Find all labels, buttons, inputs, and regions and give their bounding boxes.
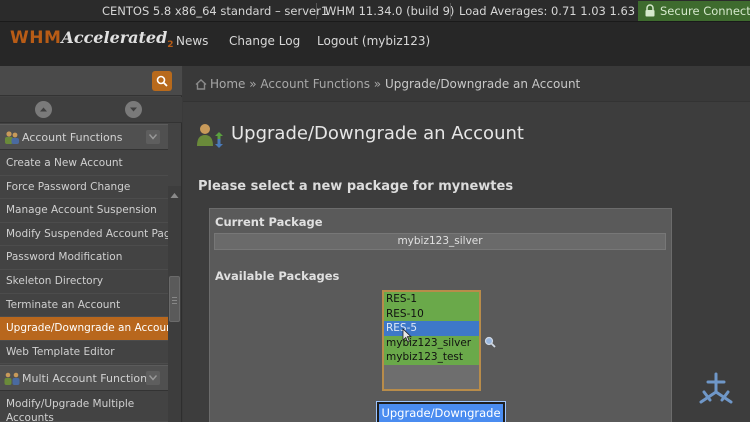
sidebar-item-force-password-change[interactable]: Force Password Change	[0, 176, 168, 200]
sidebar-scroll-thumb[interactable]	[169, 276, 180, 322]
scroll-up-icon[interactable]	[170, 192, 179, 199]
package-option-res-5[interactable]: RES-5	[384, 321, 479, 336]
status-divider	[450, 3, 451, 19]
sidebar-search-input[interactable]	[0, 66, 182, 96]
breadcrumb-account-functions-link[interactable]: Account Functions	[260, 77, 370, 91]
breadcrumb-separator: »	[369, 77, 385, 91]
logo-whm-text: WHM	[10, 28, 62, 48]
lock-icon	[645, 4, 655, 17]
sidebar-item-web-template-editor[interactable]: Web Template Editor	[0, 341, 168, 365]
sidebar-item-manage-suspension[interactable]: Manage Account Suspension	[0, 199, 168, 223]
server-info: CENTOS 5.8 x86_64 standard – server1	[102, 4, 329, 18]
breadcrumb-current: Upgrade/Downgrade an Account	[384, 77, 581, 91]
package-form-panel: Current Package mybiz123_silver Availabl…	[209, 208, 672, 422]
collapse-up-button[interactable]	[35, 101, 52, 118]
multi-users-icon	[4, 372, 20, 385]
sidebar-item-upgrade-downgrade[interactable]: Upgrade/Downgrade an Account	[0, 317, 168, 341]
chevron-down-icon	[149, 375, 157, 381]
section-account-functions[interactable]: Account Functions	[0, 124, 168, 150]
grip-line	[172, 303, 177, 304]
sidebar-item-modify-suspended-page[interactable]: Modify Suspended Account Page	[0, 223, 168, 247]
package-option-res-10[interactable]: RES-10	[384, 306, 479, 321]
sidebar-item-modify-multiple-accounts[interactable]: Modify/Upgrade Multiple Accounts	[0, 393, 168, 422]
sidebar: Account Functions Create a New Account F…	[0, 66, 182, 422]
sidebar-item-password-modification[interactable]: Password Modification	[0, 246, 168, 270]
breadcrumb-home-link[interactable]: Home	[210, 77, 245, 91]
expand-down-button[interactable]	[125, 101, 142, 118]
upgrade-downgrade-button[interactable]: Upgrade/Downgrade	[376, 401, 506, 422]
page-title: Upgrade/Downgrade an Account	[231, 123, 524, 144]
users-icon	[5, 131, 19, 144]
package-option-mybiz123-test[interactable]: mybiz123_test	[384, 350, 479, 365]
logo-version-number: 2	[167, 40, 174, 51]
section-toggle[interactable]	[146, 130, 160, 144]
section-multi-account-functions-label: Multi Account Functions	[22, 372, 153, 385]
nav-logout-link[interactable]: Logout (mybiz123)	[317, 22, 430, 66]
nav-change-log-link[interactable]: Change Log	[229, 22, 300, 66]
current-package-value: mybiz123_silver	[214, 233, 666, 250]
main-content: Home » Account Functions » Upgrade/Downg…	[183, 66, 750, 422]
load-averages: Load Averages: 0.71 1.03 1.63	[459, 4, 636, 18]
logo-accelerated-text: Accelerated	[61, 28, 168, 47]
sidebar-item-skeleton-directory[interactable]: Skeleton Directory	[0, 270, 168, 294]
status-divider	[316, 3, 317, 19]
watermark-logo-icon	[699, 372, 733, 404]
section-account-functions-label: Account Functions	[22, 131, 123, 144]
whm-logo[interactable]: WHMAccelerated2	[10, 28, 174, 58]
breadcrumb: Home » Account Functions » Upgrade/Downg…	[183, 66, 750, 102]
breadcrumb-separator: »	[245, 77, 261, 91]
sidebar-search-button[interactable]	[152, 71, 172, 91]
current-package-label: Current Package	[215, 215, 323, 229]
top-header: WHMAccelerated2 News Change Log Logout (…	[0, 22, 750, 66]
chevron-down-icon	[149, 134, 157, 140]
section-multi-account-functions[interactable]: Multi Account Functions	[0, 365, 168, 391]
zoom-icon[interactable]	[484, 336, 496, 348]
arrow-down-icon	[130, 107, 137, 112]
sidebar-collapse-controls	[0, 97, 182, 123]
available-packages-label: Available Packages	[215, 269, 340, 283]
grip-line	[172, 297, 177, 298]
secure-connection-label: Secure Connection	[660, 4, 750, 18]
home-icon	[195, 79, 207, 90]
nav-news-link[interactable]: News	[176, 22, 208, 66]
package-select[interactable]: RES-1 RES-10 RES-5 mybiz123_silver mybiz…	[382, 290, 481, 391]
package-option-res-1[interactable]: RES-1	[384, 292, 479, 307]
arrow-up-icon	[40, 107, 47, 112]
mouse-cursor-icon	[402, 328, 412, 343]
section-toggle[interactable]	[146, 371, 160, 385]
page-subtitle: Please select a new package for mynewtes	[198, 179, 514, 194]
sidebar-item-create-account[interactable]: Create a New Account	[0, 152, 168, 176]
package-option-mybiz123-silver[interactable]: mybiz123_silver	[384, 335, 479, 350]
grip-line	[172, 300, 177, 301]
upgrade-user-icon	[197, 124, 223, 148]
magnifier-icon	[156, 75, 168, 87]
secure-connection-badge[interactable]: Secure Connection	[638, 1, 750, 21]
server-status-bar: CENTOS 5.8 x86_64 standard – server1 WHM…	[0, 0, 750, 22]
whm-version: WHM 11.34.0 (build 9)	[325, 4, 455, 18]
sidebar-item-terminate-account[interactable]: Terminate an Account	[0, 294, 168, 318]
